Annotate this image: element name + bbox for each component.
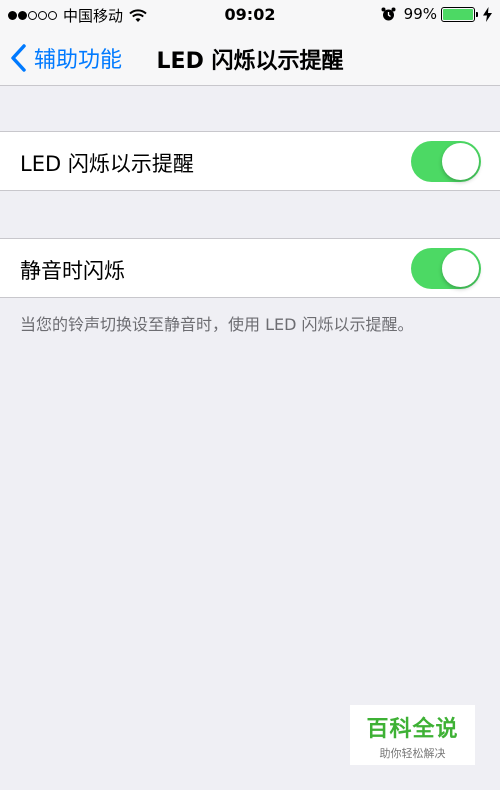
watermark-title: 百科全说 (366, 717, 459, 742)
battery-fill (443, 8, 473, 20)
led-flash-toggle[interactable] (411, 141, 481, 182)
flash-on-silent-label: 静音时闪烁 (20, 259, 125, 283)
section-footer-note: 当您的铃声切换设至静音时，使用 LED 闪烁以示提醒。 (20, 315, 414, 334)
alarm-icon (381, 7, 396, 20)
page-title: LED 闪烁以示提醒 (156, 49, 344, 74)
navigation-bar: 辅助功能 LED 闪烁以示提醒 (0, 28, 500, 86)
battery-tip (476, 11, 478, 17)
led-flash-label: LED 闪烁以示提醒 (20, 152, 194, 176)
watermark-logo: 百科全说 助你轻松解决 (350, 705, 475, 765)
toggle-knob (442, 143, 479, 180)
charging-bolt-icon (483, 6, 492, 22)
battery-icon (441, 6, 478, 22)
status-right: 99% (381, 5, 492, 23)
watermark-subtitle: 助你轻松解决 (379, 747, 446, 760)
settings-row-led-flash: LED 闪烁以示提醒 (0, 131, 500, 191)
status-bar: 中国移动 09:02 99% (0, 0, 500, 28)
toggle-knob (442, 250, 479, 287)
settings-row-flash-on-silent: 静音时闪烁 (0, 238, 500, 298)
battery-percent: 99% (403, 5, 437, 23)
flash-on-silent-toggle[interactable] (411, 248, 481, 289)
